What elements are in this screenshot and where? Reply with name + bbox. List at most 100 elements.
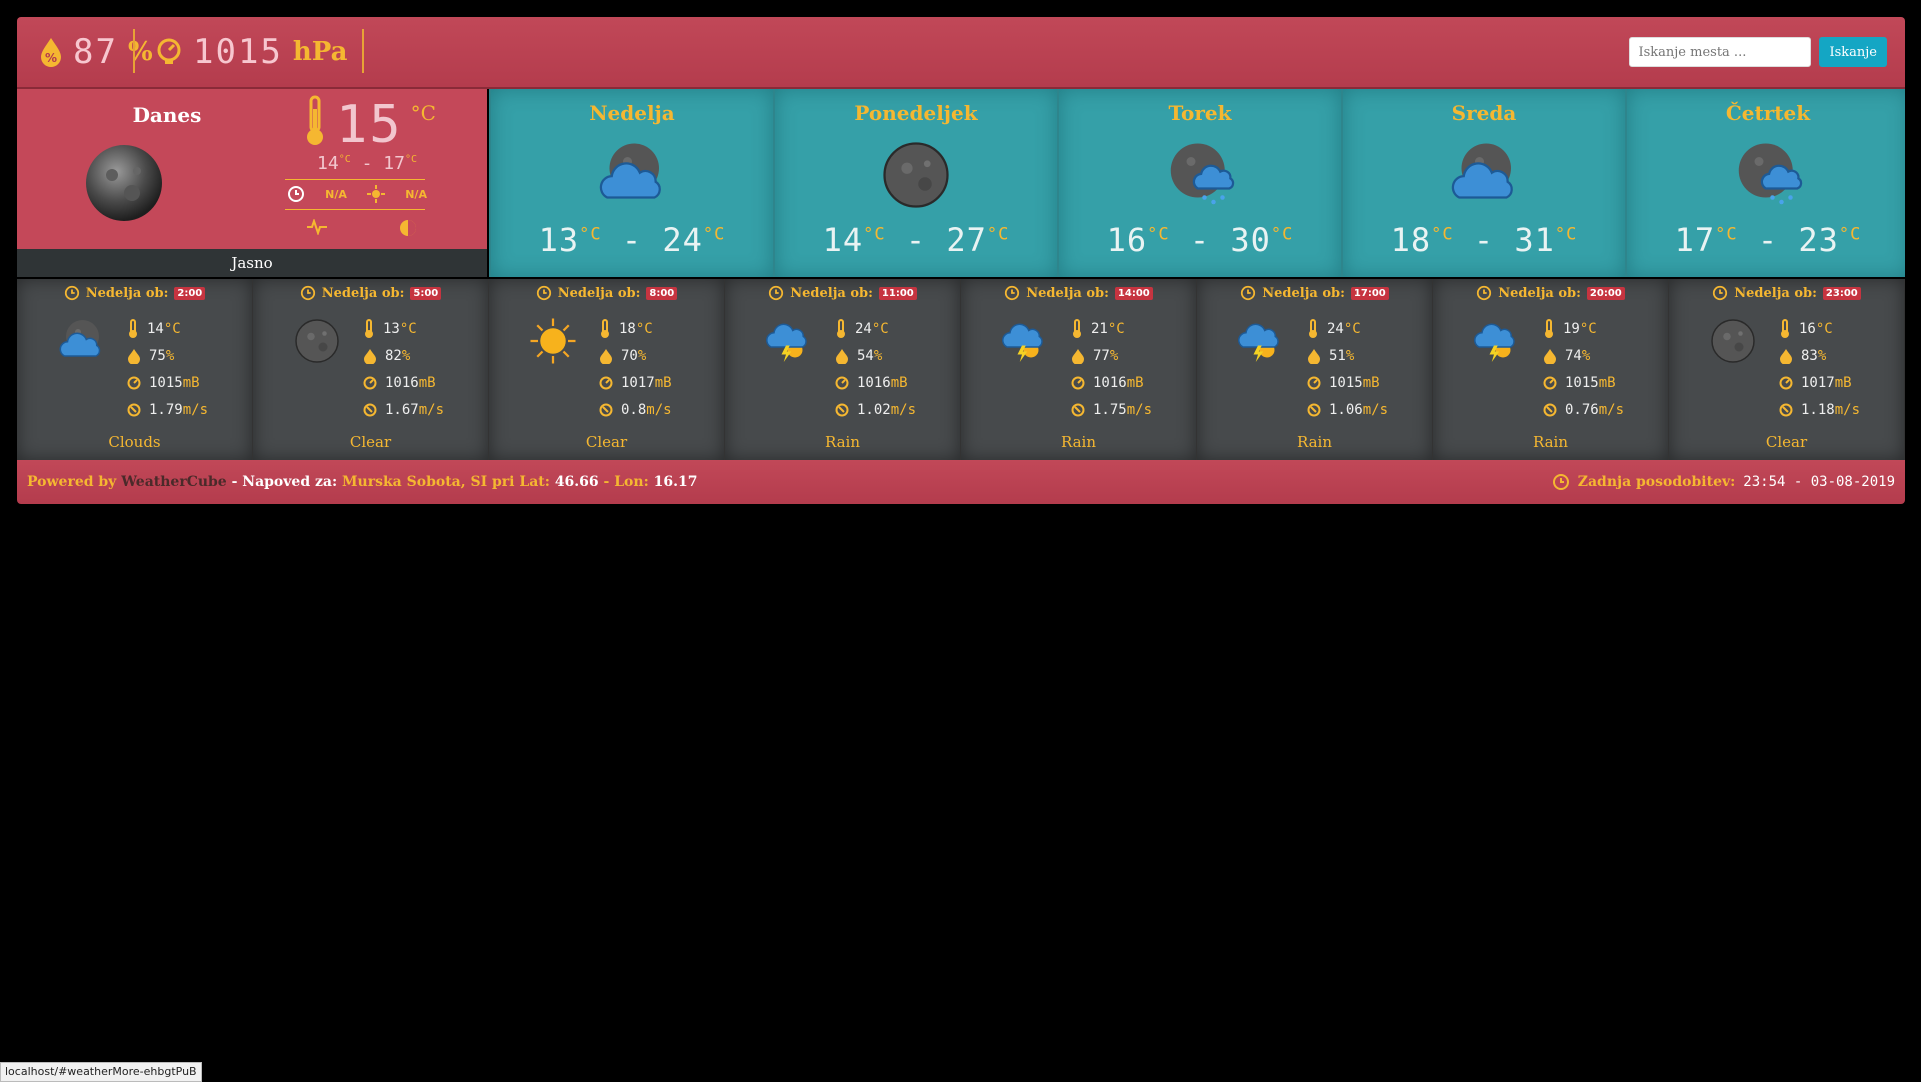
hour-values: 21°C 77% 1016mB 1.75m/s	[1071, 315, 1152, 423]
hour-pressure-value: 1015	[149, 374, 183, 391]
humidity-icon: %	[41, 38, 61, 67]
unit-label: %	[1109, 347, 1119, 364]
updated-value: 23:54 - 03-08-2019	[1743, 474, 1895, 490]
gauge-icon	[1071, 376, 1085, 389]
gauge-icon	[363, 376, 377, 389]
brand-link[interactable]: WeatherCube	[121, 474, 227, 490]
range-dash: -	[601, 221, 663, 259]
unit-label: %	[637, 347, 647, 364]
hourly-card[interactable]: Nedelja ob: 17:00 24°C 51% 1015mB 1.06m/…	[1197, 279, 1433, 460]
hour-humidity: 51%	[1307, 342, 1388, 369]
day-card[interactable]: Četrtek 17°C - 23°C	[1625, 89, 1905, 277]
hour-humidity: 70%	[599, 342, 672, 369]
hourly-card[interactable]: Nedelja ob: 20:00 19°C 74% 1015mB 0.76m/…	[1433, 279, 1669, 460]
pressure-value: 1015	[193, 32, 283, 72]
day-card[interactable]: Ponedeljek 14°C - 27°C	[773, 89, 1057, 277]
hour-description: Rain	[1532, 433, 1569, 451]
thermometer-icon	[1073, 318, 1081, 338]
divider	[362, 29, 364, 73]
day-max: 27	[946, 221, 987, 259]
sunset-value: N/A	[405, 187, 427, 201]
lat-value: 46.66	[554, 474, 599, 490]
hour-wind: 0.76m/s	[1543, 396, 1624, 423]
storm-sun-icon	[1001, 317, 1049, 369]
hour-wind-value: 0.76	[1565, 401, 1599, 418]
wind-icon	[835, 403, 849, 416]
lon-value: 16.17	[653, 474, 698, 490]
unit-label: m/s	[1598, 401, 1625, 418]
hourly-card[interactable]: Nedelja ob: 2:00 14°C 75% 1015mB 1.79m/s…	[17, 279, 253, 460]
sunrise-value: N/A	[325, 187, 347, 201]
hourly-card[interactable]: Nedelja ob: 8:00 18°C 70% 1017mB 0.8m/s …	[489, 279, 725, 460]
today-extra-icons	[307, 219, 417, 237]
day-temps: 14°C - 27°C	[775, 221, 1057, 259]
hour-values: 18°C 70% 1017mB 0.8m/s	[599, 315, 672, 423]
unit-label: °C	[1147, 224, 1170, 245]
unit-label: °C	[1579, 320, 1597, 337]
day-card[interactable]: Nedelja 13°C - 24°C	[489, 89, 773, 277]
hourly-card[interactable]: Nedelja ob: 14:00 21°C 77% 1016mB 1.75m/…	[961, 279, 1197, 460]
hourly-card[interactable]: Nedelja ob: 11:00 24°C 54% 1016mB 1.02m/…	[725, 279, 961, 460]
hour-temp: 16°C	[1779, 315, 1860, 342]
moon-phase-icon	[400, 220, 416, 236]
unit-label: °C	[404, 154, 417, 165]
gauge-icon	[157, 38, 181, 64]
hour-time: 2:00	[174, 286, 206, 300]
clock-icon	[288, 186, 304, 202]
unit-label: °C	[986, 224, 1010, 245]
hour-time: 17:00	[1350, 286, 1389, 300]
gauge-icon	[127, 376, 141, 389]
unit-label: m/s	[646, 401, 672, 418]
hour-wind: 1.02m/s	[835, 396, 916, 423]
search-input[interactable]	[1629, 37, 1812, 67]
thermometer-icon	[307, 95, 323, 145]
hour-values: 13°C 82% 1016mB 1.67m/s	[363, 315, 444, 423]
search-button[interactable]: Iskanje	[1819, 37, 1887, 67]
thermometer-icon	[365, 318, 373, 338]
unit-label: °C	[163, 320, 181, 337]
humidity-icon	[600, 348, 612, 364]
thermometer-icon	[129, 318, 137, 338]
hourly-card[interactable]: Nedelja ob: 5:00 13°C 82% 1016mB 1.67m/s…	[253, 279, 489, 460]
hourly-card[interactable]: Nedelja ob: 23:00 16°C 83% 1017mB 1.18m/…	[1669, 279, 1905, 460]
wind-icon	[1779, 403, 1793, 416]
hour-temp-value: 14	[147, 320, 164, 337]
unit-label: mB	[418, 374, 436, 391]
day-max: 24	[662, 221, 703, 259]
day-card[interactable]: Torek 16°C - 30°C	[1057, 89, 1341, 277]
today-panel: Danes 15 °C 14°C - 17°C N/A N/A Jasno	[17, 89, 487, 277]
hour-wind-value: 1.79	[149, 401, 183, 418]
hour-wind-value: 1.75	[1093, 401, 1127, 418]
moon-icon	[82, 141, 166, 229]
hour-header: Nedelja ob: 14:00	[961, 285, 1196, 301]
day-max: 31	[1514, 221, 1555, 259]
day-name: Ponedeljek	[854, 101, 978, 125]
hour-temp-value: 18	[619, 320, 636, 337]
hour-description: Clear	[349, 433, 392, 451]
day-card[interactable]: Sreda 18°C - 31°C	[1341, 89, 1625, 277]
thermometer-icon	[1545, 318, 1553, 338]
hour-humidity: 54%	[835, 342, 916, 369]
unit-label: °C	[1838, 224, 1862, 245]
humidity-icon	[364, 348, 376, 364]
hour-humidity: 74%	[1543, 342, 1624, 369]
hour-temp-value: 24	[855, 320, 872, 337]
day-min: 18	[1390, 221, 1432, 259]
day-min: 16	[1106, 221, 1148, 259]
hour-time: 23:00	[1822, 286, 1861, 300]
unit-label: °C	[702, 224, 726, 245]
hour-description: Rain	[1296, 433, 1333, 451]
humidity-icon	[1544, 348, 1556, 364]
humidity-icon	[128, 348, 140, 364]
unit-label: °C	[1343, 320, 1361, 337]
hour-humidity-value: 70	[621, 347, 638, 364]
range-dash: -	[1453, 221, 1515, 259]
hour-temp: 24°C	[1307, 315, 1388, 342]
hour-values: 14°C 75% 1015mB 1.79m/s	[127, 315, 208, 423]
hour-description: Rain	[1060, 433, 1097, 451]
wind-icon	[1307, 403, 1321, 416]
hour-values: 16°C 83% 1017mB 1.18m/s	[1779, 315, 1860, 423]
unit-label: m/s	[182, 401, 209, 418]
unit-label: m/s	[418, 401, 445, 418]
unit-label: °C	[635, 320, 653, 337]
